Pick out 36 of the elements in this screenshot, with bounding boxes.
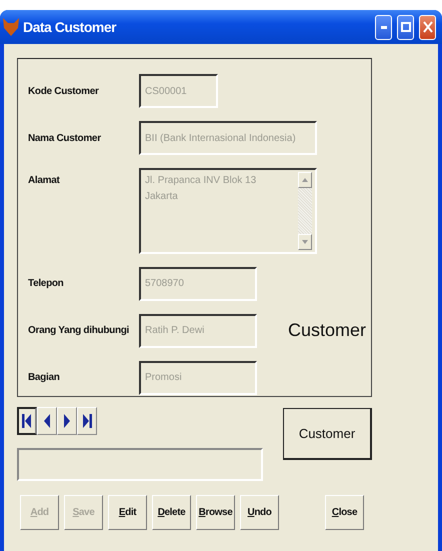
address-text-area[interactable]: Jl. Prapanca INV Blok 13 Jakarta <box>141 170 298 252</box>
text-field[interactable]: Promosi <box>139 360 257 395</box>
field-label: Alamat <box>28 174 61 186</box>
field-label: Bagian <box>28 372 61 384</box>
text-field[interactable]: 5708970 <box>139 266 257 301</box>
scroll-down-icon <box>302 240 308 244</box>
field-label: Kode Customer <box>28 86 100 97</box>
action-button[interactable]: Delete <box>152 495 191 530</box>
minimize-icon <box>380 26 386 28</box>
navigation-button[interactable] <box>17 407 37 435</box>
next-icon <box>64 414 70 428</box>
field-label: Telepon <box>28 278 64 290</box>
field-label: Nama Customer <box>28 132 102 144</box>
text-field[interactable]: Ratih P. Dewi <box>139 314 257 348</box>
action-button[interactable]: Edit <box>108 495 147 530</box>
first-record-icon <box>22 413 32 429</box>
window-title: Data Customer <box>23 19 118 35</box>
previous-icon <box>44 414 50 428</box>
caption-text: Customer <box>287 320 366 342</box>
maximize-button[interactable] <box>397 14 414 40</box>
close-icon <box>422 21 432 33</box>
minimize-button[interactable] <box>375 14 392 40</box>
fox-head-icon <box>2 17 20 37</box>
action-button[interactable]: Browse <box>196 495 235 530</box>
action-button[interactable]: Undo <box>240 495 279 530</box>
field-label: Orang Yang dihubungi <box>28 325 130 336</box>
scrollbar[interactable] <box>298 172 312 250</box>
action-button[interactable]: Close <box>325 495 364 530</box>
last-record-icon <box>82 413 92 429</box>
close-button[interactable] <box>419 14 436 40</box>
text-field[interactable]: CS00001 <box>139 74 218 108</box>
maximize-icon <box>400 22 410 32</box>
text-field[interactable]: BII (Bank Internasional Indonesia) <box>139 121 317 156</box>
scroll-up-icon <box>302 178 308 182</box>
customer-button[interactable]: Customer <box>283 408 372 460</box>
address-field[interactable]: Jl. Prapanca INV Blok 13 Jakarta <box>139 168 317 254</box>
